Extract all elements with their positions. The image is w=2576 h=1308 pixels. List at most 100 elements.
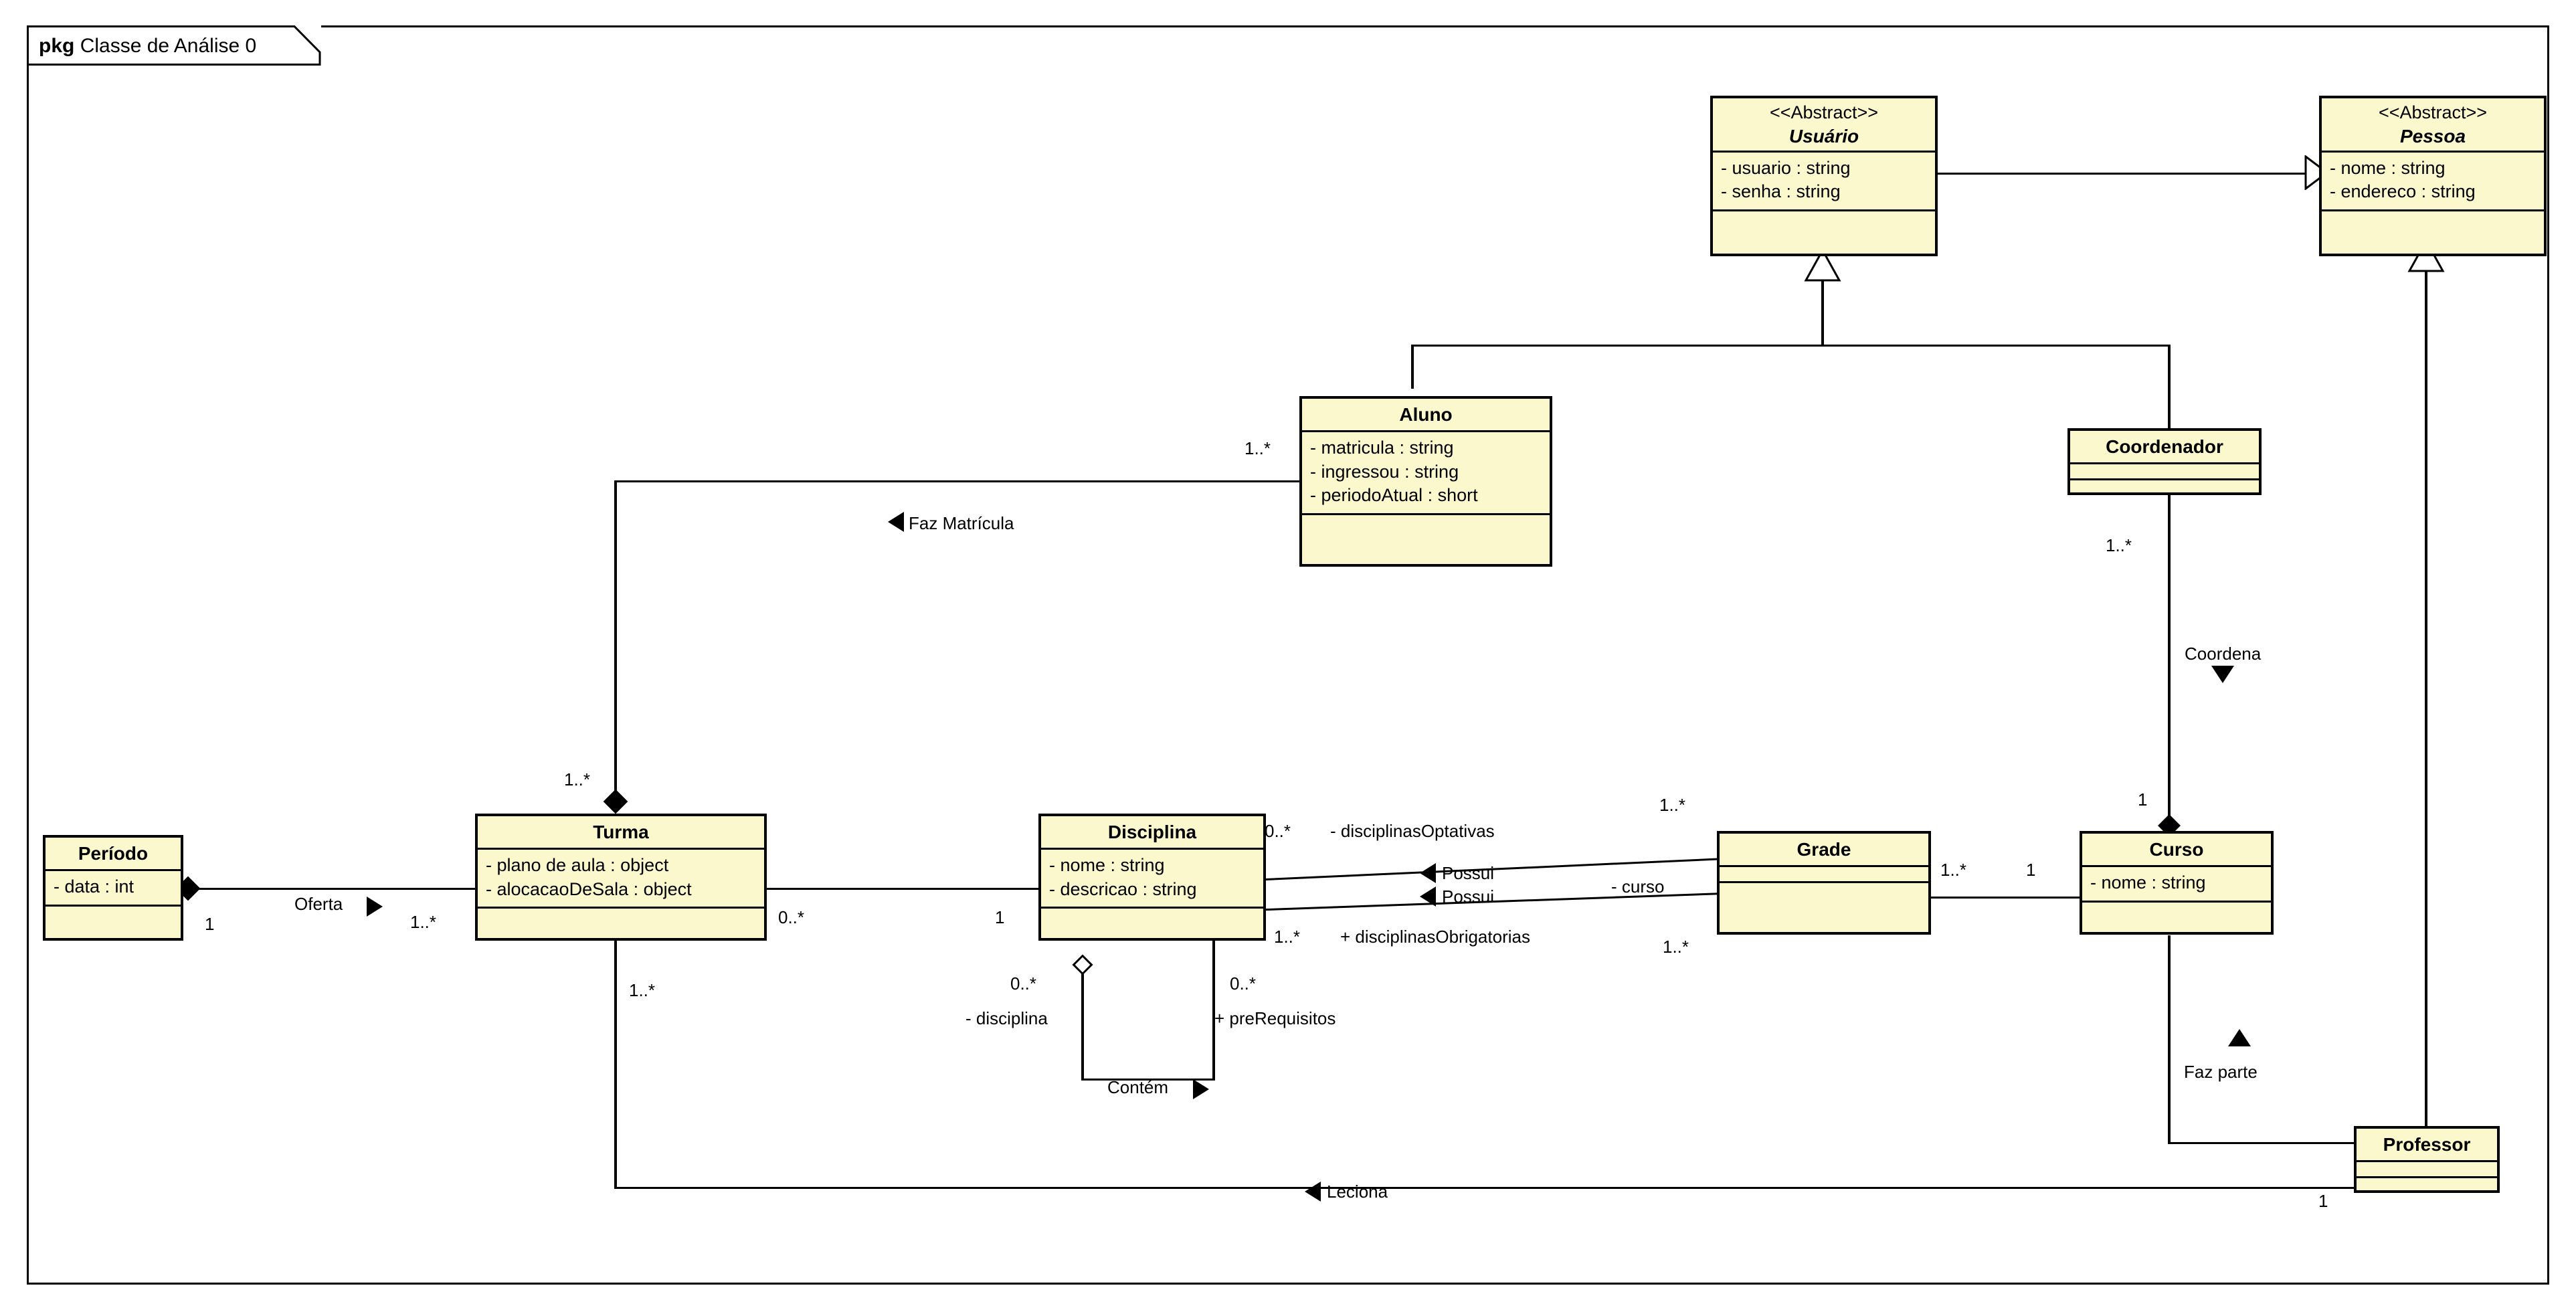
class-curso[interactable]: Curso - nome : string: [2080, 831, 2274, 935]
line-faz-parte-horizontal: [2168, 1142, 2355, 1144]
class-periodo-header: Período: [45, 838, 181, 871]
class-disciplina-operations: [1041, 909, 1263, 926]
line-oferta: [185, 888, 475, 890]
class-curso-name: Curso: [2149, 839, 2204, 860]
attribute-row: - descricao : string: [1049, 878, 1197, 899]
class-grade-attributes: [1720, 867, 1928, 883]
class-grade-header: Grade: [1720, 834, 1928, 867]
class-coordenador-name: Coordenador: [2106, 436, 2223, 457]
class-professor-attributes: [2357, 1162, 2497, 1178]
arrow-oferta: [367, 897, 383, 917]
arrow-possui-obrigatorias: [1420, 886, 1436, 907]
attribute-row: - nome : string: [2090, 872, 2206, 893]
class-professor-name: Professor: [2383, 1134, 2471, 1155]
line-professor-pessoa: [2425, 271, 2427, 1126]
mult-grade-left-top: 1..*: [1659, 795, 1686, 815]
package-title: Classe de Análise 0: [80, 35, 257, 57]
mult-leciona-turma: 1..*: [629, 980, 656, 1000]
attribute-row: - endereco : string: [2330, 181, 2476, 202]
class-coordenador-attributes: [2070, 464, 2259, 480]
class-grade[interactable]: Grade: [1717, 831, 1931, 935]
mult-contem-right: 0..*: [1230, 973, 1257, 994]
line-coordenador-up: [2168, 345, 2171, 434]
line-leciona-horizontal: [614, 1187, 2354, 1189]
class-usuario-attributes: - usuario : string - senha : string: [1713, 153, 1935, 211]
attribute-row: - plano de aula : object: [486, 855, 669, 875]
class-pessoa-header: <<Abstract>> Pessoa: [2322, 98, 2544, 153]
arrow-possui-optativas: [1420, 863, 1436, 883]
class-pessoa-operations: [2322, 211, 2544, 229]
mult-curso-top: 1: [2138, 789, 2148, 810]
mult-disciplina-left: 1: [995, 907, 1005, 927]
class-aluno[interactable]: Aluno - matricula : string - ingressou :…: [1299, 396, 1552, 567]
label-leciona: Leciona: [1327, 1182, 1388, 1202]
attribute-row: - nome : string: [1049, 855, 1165, 875]
mult-coordenador-bottom: 1..*: [2106, 535, 2132, 555]
class-usuario-operations: [1713, 211, 1935, 229]
class-pessoa-stereotype: <<Abstract>>: [2378, 102, 2488, 122]
mult-disciplina-obrigatorias: 1..*: [1274, 927, 1301, 947]
class-turma-operations: [478, 909, 764, 926]
class-coordenador[interactable]: Coordenador: [2067, 428, 2262, 495]
class-grade-operations: [1720, 883, 1928, 901]
arrow-faz-parte: [2228, 1029, 2251, 1046]
line-faz-matricula-vertical: [614, 480, 617, 807]
line-coordena: [2168, 492, 2171, 830]
attribute-row: - data : int: [54, 876, 134, 897]
class-professor-operations: [2357, 1178, 2497, 1196]
class-aluno-header: Aluno: [1302, 399, 1550, 432]
attribute-row: - periodoAtual : short: [1310, 485, 1478, 506]
class-disciplina-name: Disciplina: [1107, 822, 1197, 842]
class-periodo-operations: [45, 907, 181, 924]
line-faz-matricula-horizontal: [614, 480, 1300, 482]
mult-leciona-professor: 1: [2318, 1191, 2328, 1211]
package-label: pkg Classe de Análise 0: [39, 35, 256, 58]
label-faz-matricula: Faz Matrícula: [909, 513, 1014, 533]
label-coordena: Coordena: [2185, 644, 2262, 664]
attribute-row: - nome : string: [2330, 157, 2446, 178]
mult-disciplina-optativas: 0..*: [1265, 821, 1291, 841]
class-curso-operations: [2082, 903, 2271, 920]
label-possui-optativas: Possui: [1442, 863, 1495, 883]
class-periodo-attributes: - data : int: [45, 871, 181, 907]
line-aluno-up: [1411, 345, 1414, 389]
label-faz-parte: Faz parte: [2184, 1062, 2258, 1082]
class-usuario[interactable]: <<Abstract>> Usuário - usuario : string …: [1710, 96, 1938, 256]
line-usuario-junction-horizontal: [1411, 345, 2170, 347]
class-disciplina-attributes: - nome : string - descricao : string: [1041, 850, 1263, 909]
class-curso-header: Curso: [2082, 834, 2271, 867]
attribute-row: - senha : string: [1721, 181, 1841, 202]
line-turma-disciplina: [767, 888, 1038, 890]
mult-faz-matricula-aluno: 1..*: [1245, 438, 1271, 458]
class-pessoa-attributes: - nome : string - endereco : string: [2322, 153, 2544, 211]
class-turma-attributes: - plano de aula : object - alocacaoDeSal…: [478, 850, 764, 909]
class-turma[interactable]: Turma - plano de aula : object - alocaca…: [475, 814, 767, 941]
arrow-faz-matricula: [888, 512, 904, 532]
class-aluno-operations: [1302, 515, 1550, 533]
class-aluno-attributes: - matricula : string - ingressou : strin…: [1302, 432, 1550, 515]
role-curso: - curso: [1611, 876, 1665, 897]
class-periodo-name: Período: [78, 843, 149, 864]
mult-oferta-turma: 1..*: [410, 912, 437, 932]
mult-turma-right: 0..*: [778, 907, 805, 927]
attribute-row: - alocacaoDeSala : object: [486, 878, 692, 899]
attribute-row: - matricula : string: [1310, 438, 1454, 458]
arrow-coordena: [2211, 666, 2234, 683]
class-periodo[interactable]: Período - data : int: [43, 835, 183, 941]
mult-grade-left-bottom: 1..*: [1663, 937, 1689, 957]
role-disciplinas-optativas: - disciplinasOptativas: [1330, 821, 1495, 841]
mult-oferta-periodo: 1: [205, 914, 215, 934]
role-disciplinas-obrigatorias: + disciplinasObrigatorias: [1340, 927, 1530, 947]
class-usuario-name: Usuário: [1788, 125, 1859, 147]
class-professor[interactable]: Professor: [2354, 1126, 2500, 1193]
class-disciplina[interactable]: Disciplina - nome : string - descricao :…: [1038, 814, 1266, 941]
package-tab: pkg Classe de Análise 0: [27, 25, 321, 66]
class-pessoa[interactable]: <<Abstract>> Pessoa - nome : string - en…: [2319, 96, 2547, 256]
mult-contem-left: 0..*: [1010, 973, 1037, 994]
class-turma-header: Turma: [478, 816, 764, 850]
class-aluno-name: Aluno: [1399, 404, 1453, 425]
arrow-contem: [1193, 1079, 1209, 1099]
line-contem-left-vertical: [1081, 961, 1084, 1081]
attribute-row: - usuario : string: [1721, 157, 1851, 178]
role-disciplina: - disciplina: [965, 1008, 1048, 1028]
